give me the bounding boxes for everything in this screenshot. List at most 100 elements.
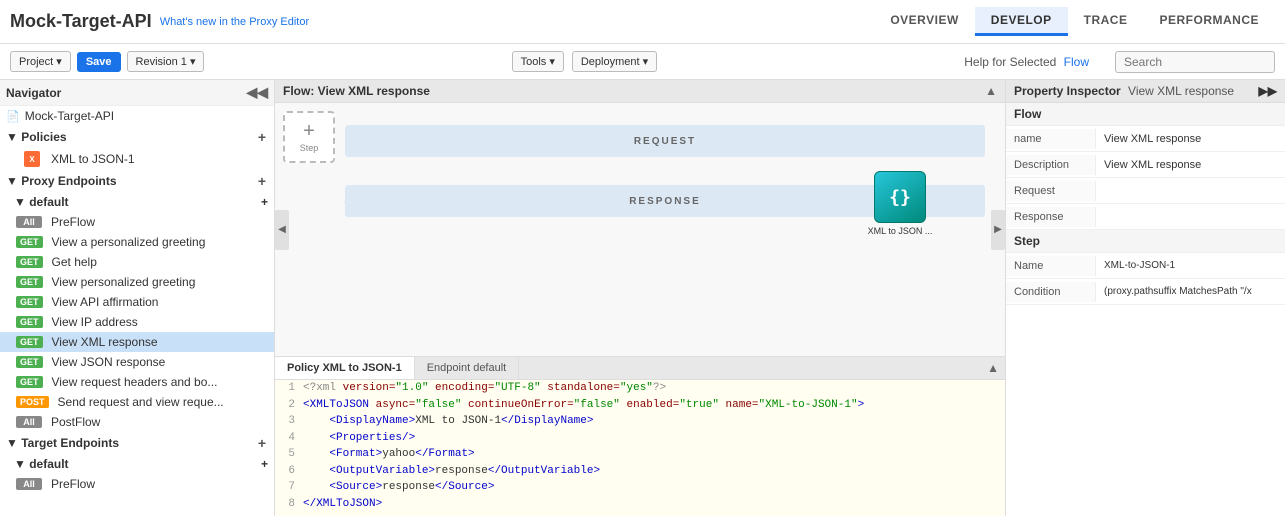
code-tabs: Policy XML to JSON-1Endpoint default ▲ [275, 357, 1005, 380]
code-tab-endpoint-default[interactable]: Endpoint default [415, 357, 520, 379]
prop-step-val-0[interactable]: XML-to-JSON-1 [1096, 256, 1285, 275]
main-layout: Navigator ◀◀ 📄 Mock-Target-API ▼ Policie… [0, 80, 1285, 516]
top-nav-item-performance[interactable]: PERFORMANCE [1143, 7, 1275, 36]
nav-item-gethelp[interactable]: GETGet help [0, 252, 274, 272]
code-line-4: 4 <Properties/> [275, 430, 1005, 447]
badge-get: GET [16, 276, 43, 288]
nav-section-target-endpoints[interactable]: ▼ Target Endpoints+ [0, 432, 274, 454]
prop-key-3: Response [1006, 207, 1096, 227]
badge-get: GET [16, 296, 43, 308]
nav-section-proxy-endpoints[interactable]: ▼ Proxy Endpoints+ [0, 170, 274, 192]
badge-get: GET [16, 256, 43, 268]
request-row: REQUEST [345, 123, 985, 159]
code-tab-policy-xml-to-json-1[interactable]: Policy XML to JSON-1 [275, 357, 415, 379]
prop-step-val-1[interactable]: (proxy.pathsuffix MatchesPath "/x [1096, 282, 1285, 301]
badge-get: GET [16, 336, 43, 348]
top-nav: OVERVIEWDEVELOPTRACEPERFORMANCE [874, 7, 1275, 36]
code-line-1: 1<?xml version="1.0" encoding="UTF-8" st… [275, 380, 1005, 397]
canvas-scroll-left[interactable]: ◀ [275, 210, 289, 250]
badge-get: GET [16, 376, 43, 388]
prop-row-request: Request [1006, 178, 1285, 204]
prop-step-row-condition: Condition(proxy.pathsuffix MatchesPath "… [1006, 279, 1285, 305]
step-placeholder-request[interactable]: + Step [283, 111, 335, 163]
flow-canvas: + Step REQUEST RESPONSE [275, 103, 1005, 356]
prop-step-row-name: NameXML-to-JSON-1 [1006, 253, 1285, 279]
code-line-3: 3 <DisplayName>XML to JSON-1</DisplayNam… [275, 413, 1005, 430]
toolbar: Project ▾ Save Revision 1 ▾ Tools ▾ Depl… [0, 44, 1285, 80]
nav-section-add-policies[interactable]: + [256, 129, 268, 145]
policy-block-xml-to-json[interactable]: {} XML to JSON ... [865, 171, 935, 238]
top-header: Mock-Target-API What's new in the Proxy … [0, 0, 1285, 44]
save-button[interactable]: Save [77, 52, 121, 72]
nav-section-policies[interactable]: ▼ Policies+ [0, 126, 274, 148]
code-area: Policy XML to JSON-1Endpoint default ▲ 1… [275, 356, 1005, 516]
request-arrow: REQUEST [345, 125, 985, 157]
nav-subsection-default-target[interactable]: ▼ default+ [0, 454, 274, 474]
whats-new-link[interactable]: What's new in the Proxy Editor [160, 16, 309, 28]
code-line-5: 5 <Format>yahoo</Format> [275, 446, 1005, 463]
prop-val-1[interactable]: View XML response [1096, 155, 1285, 175]
policy-icon[interactable]: {} [874, 171, 926, 223]
badge-get: GET [16, 236, 43, 248]
tools-button[interactable]: Tools ▾ [512, 51, 564, 72]
help-for-selected-label: Help for Selected Flow [964, 55, 1089, 69]
canvas-scroll-right[interactable]: ▶ [991, 210, 1005, 250]
top-nav-item-develop[interactable]: DEVELOP [975, 7, 1068, 36]
nav-item-preflow[interactable]: AllPreFlow [0, 212, 274, 232]
nav-item-viewxmlresponse[interactable]: GETView XML response [0, 332, 274, 352]
code-line-2: 2<XMLToJSON async="false" continueOnErro… [275, 397, 1005, 414]
nav-subsection-add-default[interactable]: + [261, 195, 268, 209]
code-content: 1<?xml version="1.0" encoding="UTF-8" st… [275, 380, 1005, 516]
policy-name-label: XML to JSON ... [865, 226, 935, 238]
navigator-header: Navigator ◀◀ [0, 80, 274, 106]
search-input[interactable] [1115, 51, 1275, 73]
nav-item-xml-to-json-1[interactable]: XXML to JSON-1 [0, 148, 274, 170]
prop-key-1: Description [1006, 155, 1096, 175]
nav-root-item[interactable]: 📄 Mock-Target-API [0, 106, 274, 126]
property-inspector-title: Property Inspector View XML response [1014, 84, 1234, 98]
nav-item-sendrequestandviewre[interactable]: POSTSend request and view reque... [0, 392, 274, 412]
navigator-panel: Navigator ◀◀ 📄 Mock-Target-API ▼ Policie… [0, 80, 275, 516]
nav-item-viewapersonalizedgre[interactable]: GETView a personalized greeting [0, 232, 274, 252]
prop-key-2: Request [1006, 181, 1096, 201]
code-tab-scroll[interactable]: ▲ [981, 359, 1005, 377]
prop-row-name: nameView XML response [1006, 126, 1285, 152]
nav-item-viewapiaffirmation[interactable]: GETView API affirmation [0, 292, 274, 312]
nav-item-postflow[interactable]: AllPostFlow [0, 412, 274, 432]
nav-subsection-default[interactable]: ▼ default+ [0, 192, 274, 212]
deployment-button[interactable]: Deployment ▾ [572, 51, 657, 72]
top-nav-item-overview[interactable]: OVERVIEW [874, 7, 974, 36]
nav-item-viewjsonresponse[interactable]: GETView JSON response [0, 352, 274, 372]
navigator-content: 📄 Mock-Target-API ▼ Policies+XXML to JSO… [0, 106, 274, 516]
app-title: Mock-Target-API [10, 11, 152, 32]
nav-item-viewrequestheadersan[interactable]: GETView request headers and bo... [0, 372, 274, 392]
revision-button[interactable]: Revision 1 ▾ [127, 51, 205, 72]
code-line-7: 7 <Source>response</Source> [275, 479, 1005, 496]
nav-item-viewpersonalizedgree[interactable]: GETView personalized greeting [0, 272, 274, 292]
prop-row-response: Response [1006, 204, 1285, 230]
property-header: Property Inspector View XML response ▶▶ [1006, 80, 1285, 103]
policy-icon-symbol: {} [889, 187, 911, 208]
prop-val-0[interactable]: View XML response [1096, 129, 1285, 149]
nav-item-preflow[interactable]: AllPreFlow [0, 474, 274, 494]
top-nav-item-trace[interactable]: TRACE [1068, 7, 1144, 36]
nav-section-add-proxy-endpoints[interactable]: + [256, 173, 268, 189]
project-button[interactable]: Project ▾ [10, 51, 71, 72]
property-panel-expand[interactable]: ▶▶ [1259, 84, 1277, 98]
nav-subsection-add-default-target[interactable]: + [261, 457, 268, 471]
flow-scroll-up[interactable]: ▲ [985, 84, 997, 98]
badge-get: GET [16, 316, 43, 328]
nav-item-viewipaddress[interactable]: GETView IP address [0, 312, 274, 332]
badge-all: All [16, 478, 42, 490]
help-flow-link[interactable]: Flow [1064, 55, 1089, 69]
prop-val-2[interactable] [1096, 187, 1285, 195]
nav-section-add-target-endpoints[interactable]: + [256, 435, 268, 451]
navigator-collapse-button[interactable]: ◀◀ [246, 84, 268, 101]
badge-get: GET [16, 356, 43, 368]
step-label: Step [300, 143, 319, 153]
property-panel: Property Inspector View XML response ▶▶ … [1005, 80, 1285, 516]
prop-val-3[interactable] [1096, 213, 1285, 221]
prop-row-description: DescriptionView XML response [1006, 152, 1285, 178]
code-line-8: 8</XMLToJSON> [275, 496, 1005, 513]
prop-key-0: name [1006, 129, 1096, 149]
